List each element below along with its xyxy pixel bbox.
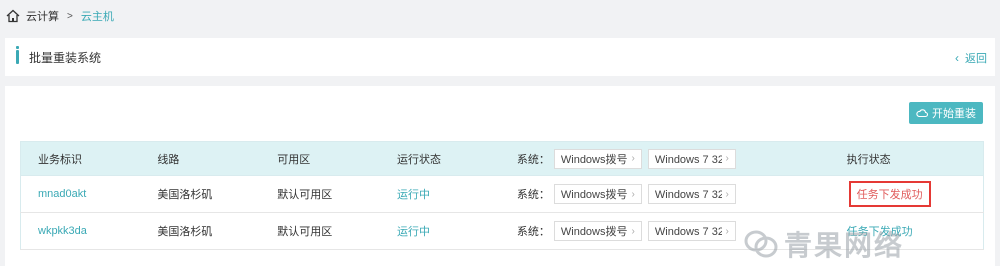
system-type-select[interactable]: Windows拨号 ›: [553, 184, 642, 204]
breadcrumb-separator: >: [67, 10, 73, 22]
table-header-row: 业务标识 线路 可用区 运行状态 系统： Windows拨号 › Windows…: [20, 141, 984, 176]
run-state: 运行中: [397, 226, 431, 238]
system-type-value: Windows拨号: [560, 189, 628, 201]
start-reinstall-label: 开始重装: [932, 108, 976, 120]
header-run-state: 运行状态: [380, 141, 500, 176]
info-icon: [16, 46, 19, 64]
chevron-right-icon: ›: [725, 153, 729, 164]
header-system-version-select[interactable]: Windows 7 32位 ›: [647, 148, 736, 169]
header-system-label: 系统：: [516, 153, 550, 166]
title-panel: 批量重装系统 ‹ 返回: [5, 38, 995, 76]
watermark-text: 青果网络: [784, 229, 905, 262]
chevron-right-icon: ›: [631, 225, 635, 237]
breadcrumb-current[interactable]: 云主机: [81, 8, 114, 24]
breadcrumb-root[interactable]: 云计算: [26, 8, 59, 24]
chevron-right-icon: ›: [725, 188, 729, 200]
page-title: 批量重装系统: [29, 51, 102, 65]
chevron-right-icon: ›: [725, 225, 729, 237]
line-cell: 美国洛杉矶: [140, 212, 261, 250]
system-version-value: Windows 7 32位: [654, 226, 722, 238]
breadcrumb: 云计算 > 云主机: [6, 8, 114, 24]
header-system-version-value: Windows 7 32位: [654, 153, 722, 166]
system-label: 系统：: [516, 226, 550, 238]
biz-id-link[interactable]: mnad0akt: [38, 188, 86, 200]
system-version-select[interactable]: Windows 7 32位 ›: [647, 221, 736, 241]
header-system-type-select[interactable]: Windows拨号 ›: [553, 148, 642, 169]
home-icon[interactable]: [6, 9, 20, 23]
system-version-value: Windows 7 32位: [654, 189, 722, 201]
zone-cell: 默认可用区: [260, 175, 381, 213]
exec-status: 任务下发成功: [848, 181, 931, 207]
run-state: 运行中: [397, 189, 431, 201]
table-row: mnad0akt 美国洛杉矶 默认可用区 运行中 系统： Windows拨号 ›…: [20, 175, 984, 213]
chevron-right-icon: ›: [631, 188, 635, 200]
system-type-value: Windows拨号: [560, 226, 628, 238]
back-label: 返回: [965, 53, 987, 65]
logo-icon: [744, 230, 778, 258]
header-line: 线路: [140, 141, 261, 176]
back-button[interactable]: ‹ 返回: [955, 50, 987, 66]
system-type-select[interactable]: Windows拨号 ›: [553, 221, 642, 241]
header-system: 系统： Windows拨号 › Windows 7 32位 ›: [499, 141, 830, 176]
system-label: 系统：: [516, 189, 550, 201]
chevron-right-icon: ›: [631, 153, 635, 164]
header-exec-state: 执行状态: [829, 141, 984, 176]
header-system-type-value: Windows拨号: [560, 153, 628, 166]
biz-id-link[interactable]: wkpkk3da: [38, 225, 87, 237]
chevron-left-icon: ‹: [955, 51, 959, 65]
system-version-select[interactable]: Windows 7 32位 ›: [647, 184, 736, 204]
cloud-icon: [916, 109, 928, 118]
watermark: 青果网络: [744, 224, 994, 264]
header-zone: 可用区: [260, 141, 381, 176]
line-cell: 美国洛杉矶: [140, 175, 261, 213]
start-reinstall-button[interactable]: 开始重装: [909, 102, 983, 124]
zone-cell: 默认可用区: [260, 212, 381, 250]
header-biz-id: 业务标识: [20, 141, 141, 176]
